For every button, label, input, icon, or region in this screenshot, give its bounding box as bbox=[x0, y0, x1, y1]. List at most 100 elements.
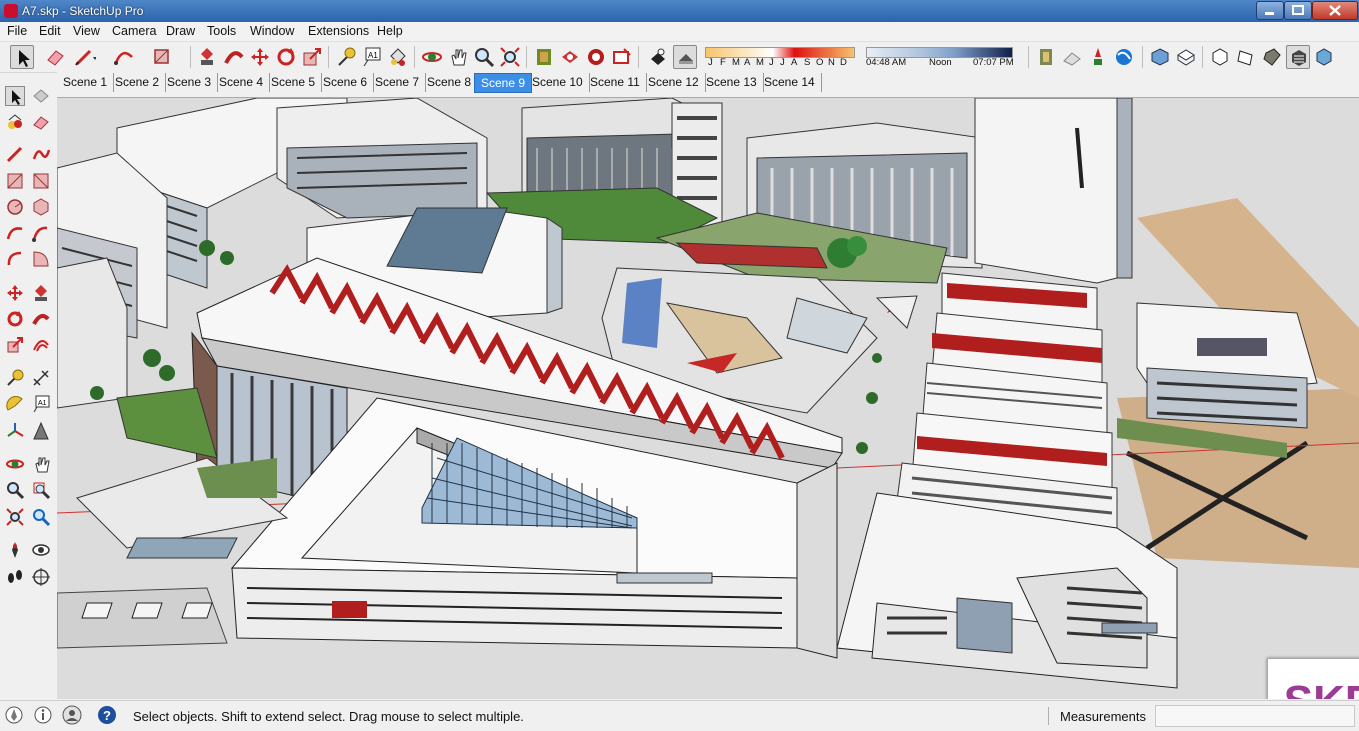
menu-tools[interactable]: Tools bbox=[207, 24, 236, 38]
sketchup-app-icon[interactable] bbox=[4, 4, 18, 18]
monochrome-icon[interactable] bbox=[1312, 45, 1336, 69]
circle-icon[interactable] bbox=[5, 197, 25, 217]
tab-scene-14[interactable]: Scene 14 bbox=[758, 73, 822, 92]
rotated-rectangle-icon[interactable] bbox=[31, 171, 51, 191]
push-pull-icon[interactable] bbox=[31, 283, 51, 303]
freehand-icon[interactable] bbox=[31, 144, 51, 164]
menu-window[interactable]: Window bbox=[250, 24, 294, 38]
line-icon[interactable] bbox=[5, 144, 25, 164]
tab-scene-4[interactable]: Scene 4 bbox=[213, 73, 271, 92]
geo-location-icon[interactable] bbox=[1060, 45, 1084, 69]
previous-view-icon[interactable] bbox=[31, 507, 51, 527]
tape-measure-icon[interactable] bbox=[334, 45, 358, 69]
close-button[interactable] bbox=[1312, 1, 1358, 20]
polygon-icon[interactable] bbox=[31, 197, 51, 217]
section-plane-icon[interactable] bbox=[31, 567, 51, 587]
rotate-icon[interactable] bbox=[5, 309, 25, 329]
tab-scene-7[interactable]: Scene 7 bbox=[369, 73, 427, 92]
tape-measure-icon[interactable] bbox=[5, 368, 25, 388]
orbit-icon[interactable] bbox=[5, 454, 25, 474]
top-view-icon[interactable] bbox=[1174, 45, 1198, 69]
tab-scene-6[interactable]: Scene 6 bbox=[317, 73, 375, 92]
layout-icon[interactable] bbox=[610, 45, 634, 69]
help-icon[interactable]: ? bbox=[97, 705, 117, 725]
zoom-extents-icon[interactable] bbox=[5, 507, 25, 527]
protractor-icon[interactable] bbox=[5, 394, 25, 414]
shadow-toggle-icon[interactable] bbox=[646, 45, 670, 69]
text-icon[interactable]: A1 bbox=[31, 394, 51, 414]
rectangle-icon[interactable] bbox=[150, 45, 174, 69]
push-pull-icon[interactable] bbox=[195, 45, 219, 69]
offset-icon[interactable] bbox=[31, 335, 51, 355]
text-icon[interactable]: A1 bbox=[360, 45, 384, 69]
tab-scene-12[interactable]: Scene 12 bbox=[642, 73, 706, 92]
geo-location-icon[interactable] bbox=[4, 705, 24, 725]
maximize-button[interactable] bbox=[1284, 1, 1312, 20]
section-plane-icon[interactable] bbox=[1034, 45, 1058, 69]
3d-text-icon[interactable] bbox=[31, 421, 51, 441]
measurements-input[interactable] bbox=[1155, 705, 1355, 727]
component-icon[interactable] bbox=[532, 45, 556, 69]
axes-icon[interactable] bbox=[5, 421, 25, 441]
zoom-window-icon[interactable] bbox=[31, 480, 51, 500]
look-around-icon[interactable] bbox=[31, 540, 51, 560]
tab-scene-13[interactable]: Scene 13 bbox=[700, 73, 764, 92]
xray-icon[interactable] bbox=[1286, 45, 1310, 69]
follow-me-icon[interactable] bbox=[222, 45, 246, 69]
menu-view[interactable]: View bbox=[73, 24, 100, 38]
tab-scene-9[interactable]: Scene 9 bbox=[474, 73, 533, 93]
move-icon[interactable] bbox=[248, 45, 272, 69]
rectangle-icon[interactable] bbox=[5, 171, 25, 191]
arc-icon[interactable] bbox=[112, 45, 136, 69]
tab-scene-11[interactable]: Scene 11 bbox=[584, 73, 647, 92]
walk-icon[interactable] bbox=[5, 567, 25, 587]
minimize-button[interactable] bbox=[1256, 1, 1284, 20]
position-camera-icon[interactable] bbox=[5, 540, 25, 560]
tab-scene-5[interactable]: Scene 5 bbox=[265, 73, 323, 92]
fog-icon[interactable] bbox=[673, 45, 697, 69]
iso-view-icon[interactable] bbox=[1148, 45, 1172, 69]
pie-icon[interactable] bbox=[31, 249, 51, 269]
three-point-arc-icon[interactable] bbox=[5, 249, 25, 269]
user-account-icon[interactable] bbox=[62, 705, 82, 725]
menu-file[interactable]: File bbox=[7, 24, 27, 38]
pencil-icon[interactable] bbox=[72, 45, 97, 69]
eraser-icon[interactable] bbox=[31, 112, 51, 132]
3d-warehouse-icon[interactable] bbox=[558, 45, 582, 69]
rotate-icon[interactable] bbox=[274, 45, 298, 69]
paint-bucket-icon[interactable] bbox=[386, 45, 410, 69]
dimension-icon[interactable] bbox=[31, 368, 51, 388]
geo-location-icon[interactable] bbox=[1086, 45, 1110, 69]
menu-help[interactable]: Help bbox=[377, 24, 403, 38]
scale-icon[interactable] bbox=[5, 335, 25, 355]
model-viewport[interactable]: SKP bbox=[57, 97, 1359, 699]
pan-icon[interactable] bbox=[446, 45, 470, 69]
menu-edit[interactable]: Edit bbox=[39, 24, 61, 38]
make-component-icon[interactable] bbox=[31, 86, 51, 106]
two-point-arc-icon[interactable] bbox=[31, 223, 51, 243]
extension-warehouse-icon[interactable] bbox=[584, 45, 608, 69]
right-view-icon[interactable] bbox=[1234, 45, 1258, 69]
menu-extensions[interactable]: Extensions bbox=[308, 24, 369, 38]
select-icon[interactable] bbox=[10, 45, 34, 69]
paint-bucket-icon[interactable] bbox=[5, 112, 25, 132]
move-icon[interactable] bbox=[5, 283, 25, 303]
tab-scene-10[interactable]: Scene 10 bbox=[526, 73, 590, 92]
zoom-extents-icon[interactable] bbox=[498, 45, 522, 69]
tab-scene-1[interactable]: Scene 1 bbox=[57, 73, 115, 92]
front-view-icon[interactable] bbox=[1208, 45, 1232, 69]
select-icon[interactable] bbox=[5, 86, 25, 106]
arc-icon[interactable] bbox=[5, 223, 25, 243]
menu-camera[interactable]: Camera bbox=[112, 24, 156, 38]
tab-scene-2[interactable]: Scene 2 bbox=[109, 73, 167, 92]
zoom-icon[interactable] bbox=[5, 480, 25, 500]
credits-icon[interactable] bbox=[33, 705, 53, 725]
follow-me-icon[interactable] bbox=[31, 309, 51, 329]
menu-draw[interactable]: Draw bbox=[166, 24, 195, 38]
geo-location-icon[interactable] bbox=[1112, 45, 1136, 69]
pan-icon[interactable] bbox=[31, 454, 51, 474]
eraser-icon[interactable] bbox=[44, 45, 68, 69]
tab-scene-3[interactable]: Scene 3 bbox=[161, 73, 219, 92]
back-view-icon[interactable] bbox=[1260, 45, 1284, 69]
orbit-icon[interactable] bbox=[420, 45, 444, 69]
